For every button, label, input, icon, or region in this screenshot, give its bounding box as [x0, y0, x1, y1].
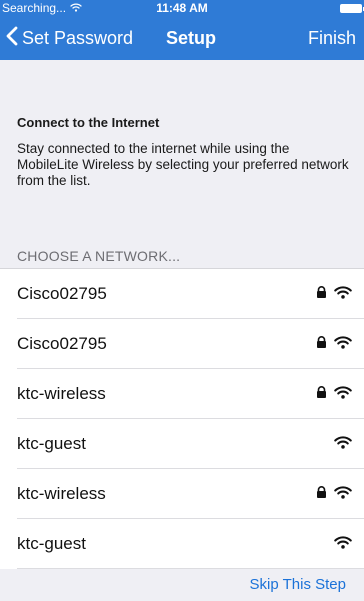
network-name: ktc-wireless [17, 384, 106, 403]
network-row[interactable]: ktc-wireless [0, 369, 364, 419]
battery-icon [340, 4, 364, 13]
back-button-label: Set Password [22, 27, 134, 48]
bottom-bar: Skip This Step [0, 569, 364, 601]
network-row[interactable]: ktc-guest [0, 519, 364, 569]
setup-screen: Searching... 11:48 AM Set Password Setup… [0, 0, 364, 601]
intro-body: Stay connected to the internet while usi… [17, 141, 349, 188]
section-header: CHOOSE A NETWORK... [17, 248, 181, 264]
intro-section: Connect to the Internet Stay connected t… [17, 115, 352, 189]
network-icons [316, 369, 352, 419]
lock-icon [316, 485, 327, 503]
network-name: ktc-guest [17, 434, 86, 453]
back-button[interactable]: Set Password [6, 16, 133, 60]
network-name: Cisco02795 [17, 284, 107, 303]
network-icons [316, 319, 352, 369]
lock-icon [316, 285, 327, 303]
network-icons [316, 269, 352, 319]
status-time: 11:48 AM [156, 1, 208, 15]
wifi-signal-icon [334, 335, 352, 354]
wifi-signal-icon [334, 285, 352, 304]
network-name: ktc-wireless [17, 484, 106, 503]
lock-icon [316, 335, 327, 353]
intro-heading: Connect to the Internet [17, 115, 160, 130]
network-row[interactable]: Cisco02795 [0, 269, 364, 319]
status-bar: Searching... 11:48 AM [0, 0, 364, 16]
network-list: Cisco02795 Cisco02795 ktc-wireless ktc-gues… [0, 268, 364, 569]
network-row[interactable]: ktc-guest [0, 419, 364, 469]
network-icons [334, 519, 352, 569]
finish-button[interactable]: Finish [308, 16, 356, 60]
navigation-bar: Set Password Setup Finish [0, 16, 364, 60]
page-title: Setup [166, 28, 217, 48]
network-row[interactable]: ktc-wireless [0, 469, 364, 519]
network-row[interactable]: Cisco02795 [0, 319, 364, 369]
wifi-signal-icon [334, 385, 352, 404]
network-name: Cisco02795 [17, 334, 107, 353]
skip-button[interactable]: Skip This Step [250, 569, 346, 601]
wifi-signal-icon [334, 535, 352, 554]
lock-icon [316, 385, 327, 403]
wifi-signal-icon [334, 485, 352, 504]
network-icons [334, 419, 352, 469]
network-icons [316, 469, 352, 519]
chevron-left-icon [6, 26, 18, 51]
wifi-signal-icon [334, 435, 352, 454]
network-name: ktc-guest [17, 534, 86, 553]
